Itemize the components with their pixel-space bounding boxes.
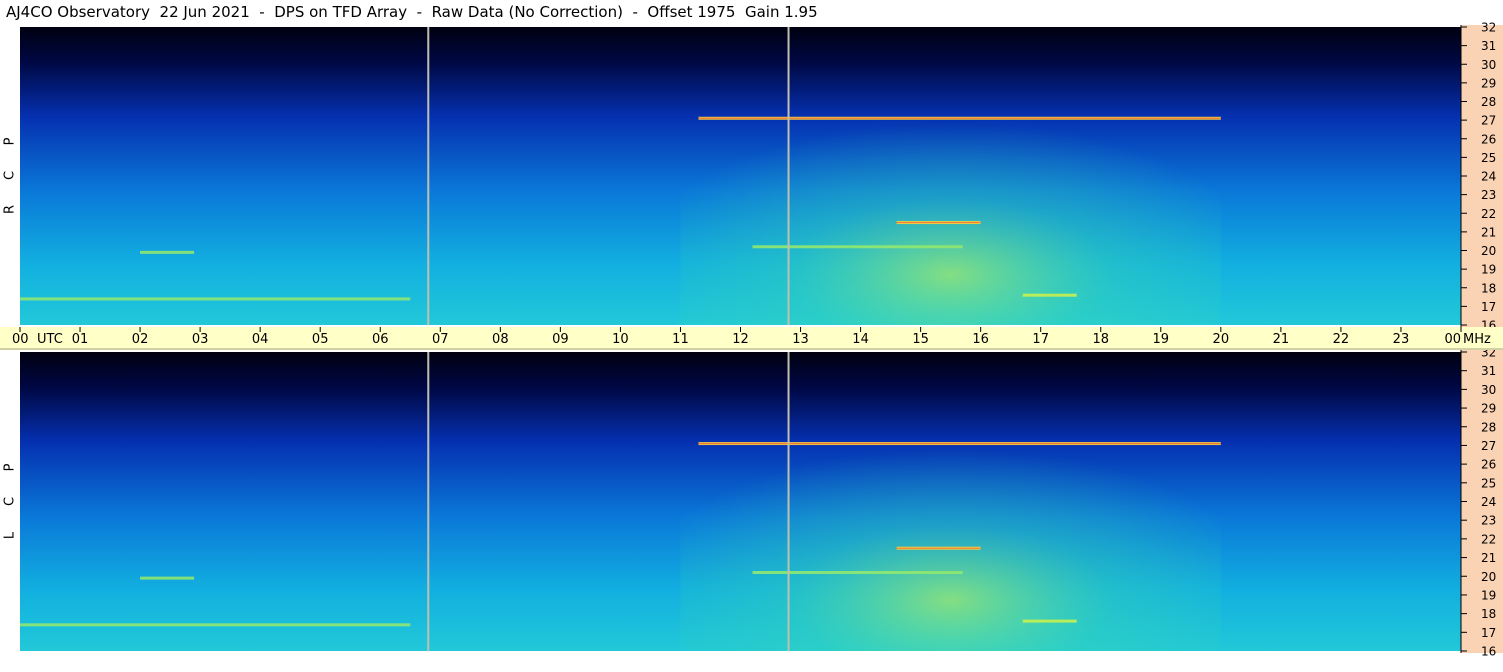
time-label-0: 00 <box>12 332 29 347</box>
freq-unit-label: MHz <box>1463 332 1491 347</box>
panel-2-freq-label-18: 18 <box>1481 607 1496 621</box>
time-label-19: 19 <box>1153 332 1170 347</box>
panel-2-freq-label-31: 31 <box>1481 364 1496 378</box>
panel-1-daytime-glow <box>680 71 1221 325</box>
panel-1-freq-label-18: 18 <box>1481 281 1496 295</box>
panel-1-band-core-2 <box>896 222 981 224</box>
panel-1-freq-label-17: 17 <box>1481 300 1496 314</box>
panel-2-daytime-glow <box>680 396 1221 651</box>
panel-1-freq-label-26: 26 <box>1481 132 1496 146</box>
panel-2-freq-label-27: 27 <box>1481 439 1496 453</box>
panel-1-freq-label-32: 32 <box>1481 21 1496 35</box>
panel-2-band-core-2 <box>896 547 981 549</box>
time-label-1: 01 <box>72 332 89 347</box>
panel-1-band-core-1 <box>698 117 1221 119</box>
panel-1-freq-label-27: 27 <box>1481 114 1496 128</box>
panel-2-freq-label-29: 29 <box>1481 402 1496 416</box>
panel-2-freq-label-21: 21 <box>1481 551 1496 565</box>
panel-2-freq-label-28: 28 <box>1481 420 1496 434</box>
panel-2-freq-label-25: 25 <box>1481 476 1496 490</box>
time-label-23: 23 <box>1393 332 1410 347</box>
panel-1-freq-label-19: 19 <box>1481 263 1496 277</box>
panel-2-freq-label-22: 22 <box>1481 532 1496 546</box>
panel-1-band-3 <box>752 245 963 249</box>
panel-2-freq-label-20: 20 <box>1481 570 1496 584</box>
time-label-4: 04 <box>252 332 269 347</box>
time-label-13: 13 <box>792 332 809 347</box>
time-label-7: 07 <box>432 332 449 347</box>
time-label-17: 17 <box>1032 332 1049 347</box>
time-label-3: 03 <box>192 332 209 347</box>
panel-1-freq-label-29: 29 <box>1481 76 1496 90</box>
panel-2-freq-label-24: 24 <box>1481 495 1496 509</box>
time-label-18: 18 <box>1092 332 1109 347</box>
panel-2-band-3 <box>752 571 963 575</box>
panel-1-band-5 <box>20 297 411 301</box>
time-label-2: 02 <box>132 332 149 347</box>
time-label-15: 15 <box>912 332 929 347</box>
panel-2-band-core-1 <box>698 443 1221 445</box>
time-label-12: 12 <box>732 332 749 347</box>
time-label-16: 16 <box>972 332 989 347</box>
time-label-5: 05 <box>312 332 329 347</box>
panel-1-freq-label-20: 20 <box>1481 244 1496 258</box>
time-label-9: 09 <box>552 332 569 347</box>
panel-1-freq-label-24: 24 <box>1481 170 1496 184</box>
panel-2-freq-label-17: 17 <box>1481 626 1496 640</box>
time-unit-label: UTC <box>37 332 63 347</box>
panel-2-band-5 <box>20 623 411 627</box>
panel-1-freq-label-23: 23 <box>1481 188 1496 202</box>
panel-2-freq-label-19: 19 <box>1481 588 1496 602</box>
panel-1-band-6 <box>140 250 195 254</box>
time-label-6: 06 <box>372 332 389 347</box>
panel-1-freq-label-25: 25 <box>1481 151 1496 165</box>
panel-1-freq-label-31: 31 <box>1481 39 1496 53</box>
time-label-14: 14 <box>852 332 869 347</box>
time-label-8: 08 <box>492 332 509 347</box>
time-label-11: 11 <box>672 332 689 347</box>
spectrogram-svg: 16 17 18 19 20 21 22 23 24 25 26 27 28 29 30 31 32 16 17 18… <box>0 21 1503 659</box>
panel-1-freq-label-28: 28 <box>1481 95 1496 109</box>
panel-2-freq-label-30: 30 <box>1481 383 1496 397</box>
panel-1-band-4 <box>1022 293 1077 297</box>
time-label-10: 10 <box>612 332 629 347</box>
panel-2-band-6 <box>140 576 195 580</box>
panel-1-freq-label-30: 30 <box>1481 58 1496 72</box>
panel-1-freq-label-22: 22 <box>1481 207 1496 221</box>
time-label-22: 22 <box>1333 332 1350 347</box>
panel-1-freq-label-21: 21 <box>1481 225 1496 239</box>
time-label-24: 00 <box>1444 332 1461 347</box>
time-label-20: 20 <box>1213 332 1230 347</box>
time-label-21: 21 <box>1273 332 1290 347</box>
dps-spectrogram-chart: AJ4CO Observatory 22 Jun 2021 - DPS on T… <box>0 0 1503 672</box>
panel-2-band-4 <box>1022 619 1077 623</box>
panel-2-freq-label-23: 23 <box>1481 514 1496 528</box>
panel-2-freq-label-26: 26 <box>1481 458 1496 472</box>
panel-2-freq-label-16: 16 <box>1481 645 1496 659</box>
